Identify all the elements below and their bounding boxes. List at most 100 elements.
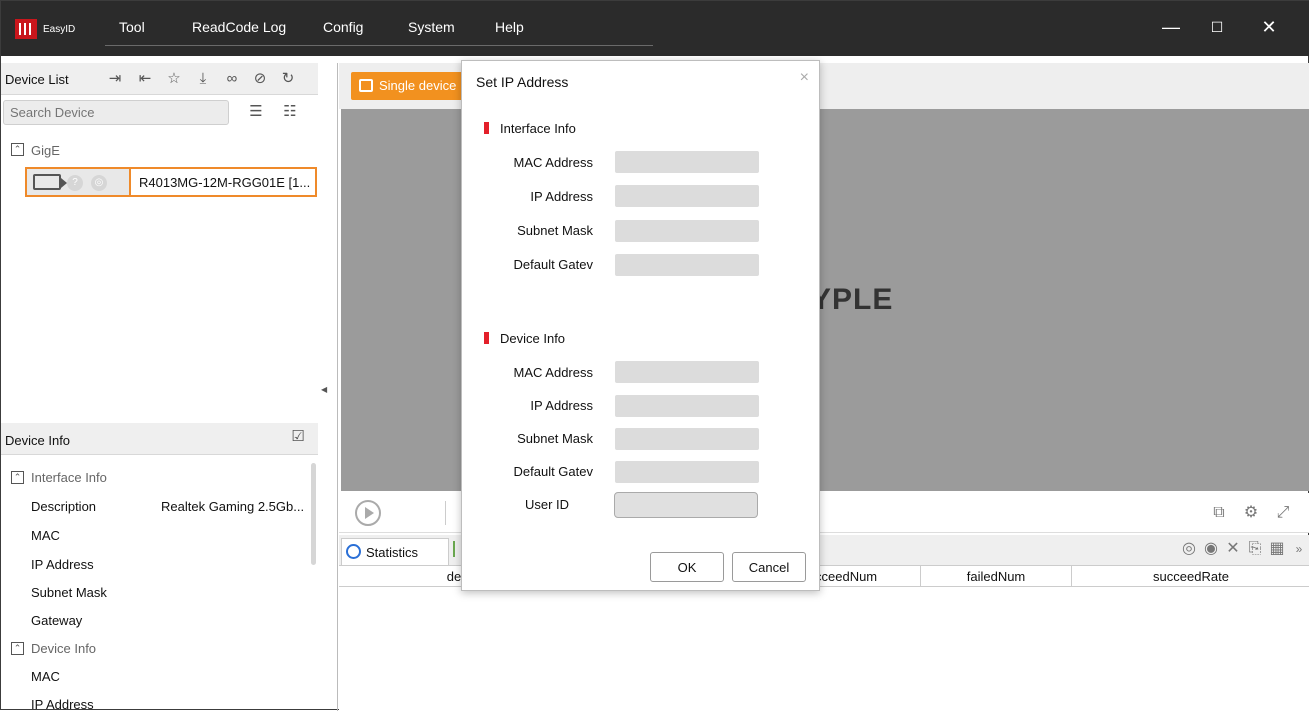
- minimize-button[interactable]: —: [1151, 13, 1191, 41]
- link-icon[interactable]: ∞: [223, 70, 241, 88]
- collapse-left-panel-icon[interactable]: ◀: [321, 385, 327, 394]
- dev-gateway-field[interactable]: [615, 461, 759, 483]
- tab-statistics-label: Statistics: [366, 545, 419, 560]
- panel-divider: [337, 63, 338, 711]
- device-info-heading: Device Info: [31, 641, 97, 656]
- dev-subnet-label: Subnet Mask: [517, 431, 593, 446]
- checkbox-icon[interactable]: ☑: [289, 428, 307, 446]
- if-gateway-field[interactable]: [615, 254, 759, 276]
- col-failed-num: failedNum: [966, 569, 1026, 584]
- set-ip-dialog: Set IP Address × Interface Info MAC Addr…: [461, 60, 820, 591]
- menu-config[interactable]: Config: [323, 19, 363, 35]
- settings-icon[interactable]: ⚙: [1241, 503, 1261, 523]
- left-panel: Device List ⇥ ⇤ ☆ ⤓ ∞ ⊘ ↻ ☰ ☷ ⌃ GigE ? ◎…: [1, 63, 318, 712]
- camera-icon: [33, 174, 67, 190]
- info-description-label: Description: [31, 499, 97, 514]
- dev-gateway-label: Default Gatev: [513, 464, 594, 479]
- clear-icon[interactable]: ✕: [1223, 539, 1243, 559]
- stats-table-body: [339, 587, 1309, 711]
- if-ip-field[interactable]: [615, 185, 759, 207]
- logo-text: EasyID: [43, 23, 76, 35]
- device-mac-label: MAC: [31, 669, 60, 684]
- refresh-icon[interactable]: ↻: [279, 70, 297, 88]
- collapse-device-info-icon[interactable]: ⌃: [11, 642, 24, 655]
- layout-icon[interactable]: ▦: [1267, 539, 1287, 559]
- if-ip-label: IP Address: [530, 189, 593, 204]
- menu-tool[interactable]: Tool: [119, 19, 145, 35]
- title-bar: EasyID Tool ReadCode Log Config System H…: [1, 1, 1309, 56]
- dev-mac-field[interactable]: [615, 361, 759, 383]
- unlink-icon[interactable]: ⊘: [251, 70, 269, 88]
- maximize-button[interactable]: ☐: [1197, 13, 1237, 41]
- if-mac-field[interactable]: [615, 151, 759, 173]
- app-logo: EasyID: [15, 17, 97, 41]
- dev-mac-label: MAC Address: [513, 365, 593, 380]
- device-name[interactable]: R4013MG-12M-RGG01E [1...: [129, 167, 317, 197]
- info-subnet-label: Subnet Mask: [31, 585, 107, 600]
- ok-button[interactable]: OK: [650, 552, 724, 582]
- tab-single-device-label: Single device: [379, 78, 457, 93]
- collapse-gige-icon[interactable]: ⌃: [11, 143, 24, 156]
- app-window: EasyID Tool ReadCode Log Config System H…: [0, 0, 1309, 712]
- close-button[interactable]: ✕: [1249, 13, 1289, 41]
- dev-ip-label: IP Address: [530, 398, 593, 413]
- device-row[interactable]: ? ◎ R4013MG-12M-RGG01E [1...: [25, 167, 317, 197]
- info-gateway-label: Gateway: [31, 613, 83, 628]
- device-list-header: Device List ⇥ ⇤ ☆ ⤓ ∞ ⊘ ↻: [1, 63, 318, 95]
- col-succeed-num: cceedNum: [815, 569, 878, 584]
- device-info-section: Device Info: [484, 331, 565, 346]
- user-id-field[interactable]: [614, 492, 758, 518]
- download-icon[interactable]: ⤓: [194, 70, 212, 88]
- menu-readcode-log[interactable]: ReadCode Log: [192, 19, 286, 35]
- preview-watermark: YPLE: [811, 283, 894, 316]
- dialog-title: Set IP Address: [476, 74, 569, 90]
- dev-ip-field[interactable]: [615, 395, 759, 417]
- menu-help[interactable]: Help: [495, 19, 524, 35]
- filter-list-icon[interactable]: ☷: [281, 103, 299, 121]
- camera-tab-icon: [359, 79, 373, 92]
- dev-subnet-field[interactable]: [615, 428, 759, 450]
- export-icon[interactable]: ⇤: [136, 70, 154, 88]
- if-subnet-field[interactable]: [615, 220, 759, 242]
- fullscreen-icon[interactable]: ⤢: [1273, 503, 1293, 523]
- menu-system[interactable]: System: [408, 19, 455, 35]
- user-id-label: User ID: [525, 497, 570, 512]
- if-gateway-label: Default Gatev: [513, 257, 594, 272]
- play-button[interactable]: [355, 500, 381, 526]
- expand-more-icon[interactable]: »: [1289, 539, 1309, 559]
- star-icon[interactable]: ☆: [165, 70, 183, 88]
- import-icon[interactable]: ⇥: [106, 70, 124, 88]
- target-icon[interactable]: ◉: [1201, 539, 1221, 559]
- dialog-close-icon[interactable]: ×: [800, 69, 809, 87]
- device-info-title: Device Info: [5, 433, 71, 448]
- snapshot-icon[interactable]: ⧉: [1209, 503, 1229, 523]
- info-mac-label: MAC: [31, 528, 60, 543]
- statistics-icon: [346, 544, 361, 559]
- view-toggle-icon[interactable]: ◎: [1179, 539, 1199, 559]
- menu-divider: [105, 45, 653, 46]
- info-scrollbar[interactable]: [311, 463, 316, 565]
- device-status-icons: ? ◎: [25, 167, 131, 197]
- search-row: ☰ ☷: [1, 100, 318, 126]
- help-status-icon: ?: [67, 175, 83, 191]
- col-succeed-rate: succeedRate: [1153, 569, 1229, 584]
- device-list-title: Device List: [5, 72, 69, 87]
- cancel-button[interactable]: Cancel: [732, 552, 806, 582]
- tab-single-device[interactable]: Single device: [351, 72, 471, 100]
- search-device-input[interactable]: [3, 100, 229, 125]
- if-subnet-label: Subnet Mask: [517, 223, 593, 238]
- connection-status-icon: ◎: [91, 175, 107, 191]
- group-gige[interactable]: GigE: [31, 143, 60, 158]
- interface-info-heading: Interface Info: [31, 470, 107, 485]
- list-view-icon[interactable]: ☰: [247, 103, 265, 121]
- if-mac-label: MAC Address: [513, 155, 593, 170]
- info-ip-label: IP Address: [31, 557, 94, 572]
- controls-divider: [445, 501, 446, 525]
- device-info-header: Device Info ☑: [1, 423, 318, 455]
- export-stats-icon[interactable]: ⎘: [1245, 539, 1265, 559]
- logo-icon: [15, 19, 37, 39]
- tab-statistics[interactable]: Statistics: [341, 538, 449, 565]
- interface-info-section: Interface Info: [484, 121, 576, 136]
- info-description-value: Realtek Gaming 2.5Gb...: [161, 499, 305, 514]
- collapse-interface-icon[interactable]: ⌃: [11, 471, 24, 484]
